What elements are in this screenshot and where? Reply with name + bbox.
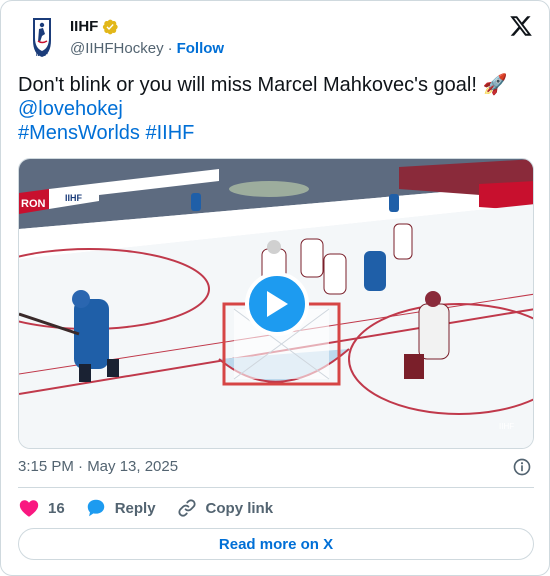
hashtag-links[interactable]: #MensWorlds #IIHF <box>18 121 528 145</box>
tweet-card: IIHF IIHF @IIHFHockey · Follow Don't bli… <box>0 0 550 576</box>
author-avatar[interactable]: IIHF <box>18 14 66 62</box>
video-watermark: IIHF <box>499 422 514 431</box>
tweet-timestamp[interactable]: 3:15 PM · May 13, 2025 <box>18 457 178 477</box>
reply-button[interactable]: Reply <box>85 497 156 519</box>
mention-link[interactable]: @lovehokej <box>18 97 528 121</box>
link-icon <box>177 499 196 517</box>
action-bar: 16 Reply Copy link <box>18 495 293 521</box>
info-icon[interactable] <box>512 457 532 477</box>
heart-icon <box>19 500 39 517</box>
iihf-logo-icon: IIHF <box>32 17 52 58</box>
separator-dot: · <box>167 40 173 57</box>
verified-badge-icon <box>103 19 119 35</box>
x-logo-icon[interactable] <box>509 14 533 38</box>
author-handle[interactable]: @IIHFHockey <box>70 39 164 59</box>
board-ad-iihf: IIHF <box>65 193 83 203</box>
like-button[interactable]: 16 <box>18 497 65 519</box>
reply-bubble-icon <box>87 499 104 517</box>
author-name-row: IIHF <box>70 17 119 37</box>
reply-label: Reply <box>114 499 156 517</box>
tweet-text: Don't blink or you will miss Marcel Mahk… <box>18 73 528 145</box>
copy-link-label: Copy link <box>205 499 274 517</box>
copy-link-button[interactable]: Copy link <box>176 497 274 519</box>
divider <box>18 487 534 488</box>
like-count: 16 <box>48 499 65 517</box>
author-name[interactable]: IIHF <box>70 17 98 37</box>
author-handle-row: @IIHFHockey · Follow <box>70 39 224 59</box>
play-icon <box>267 291 288 317</box>
follow-button[interactable]: Follow <box>177 39 225 59</box>
avatar-text: IIHF <box>36 51 48 58</box>
video-player[interactable]: RON IIHF IIHF <box>18 158 534 449</box>
tweet-text-main: Don't blink or you will miss Marcel Mahk… <box>18 74 508 96</box>
board-ad-ron: RON <box>21 198 46 210</box>
play-button[interactable] <box>245 272 309 336</box>
read-more-button[interactable]: Read more on X <box>18 528 534 560</box>
